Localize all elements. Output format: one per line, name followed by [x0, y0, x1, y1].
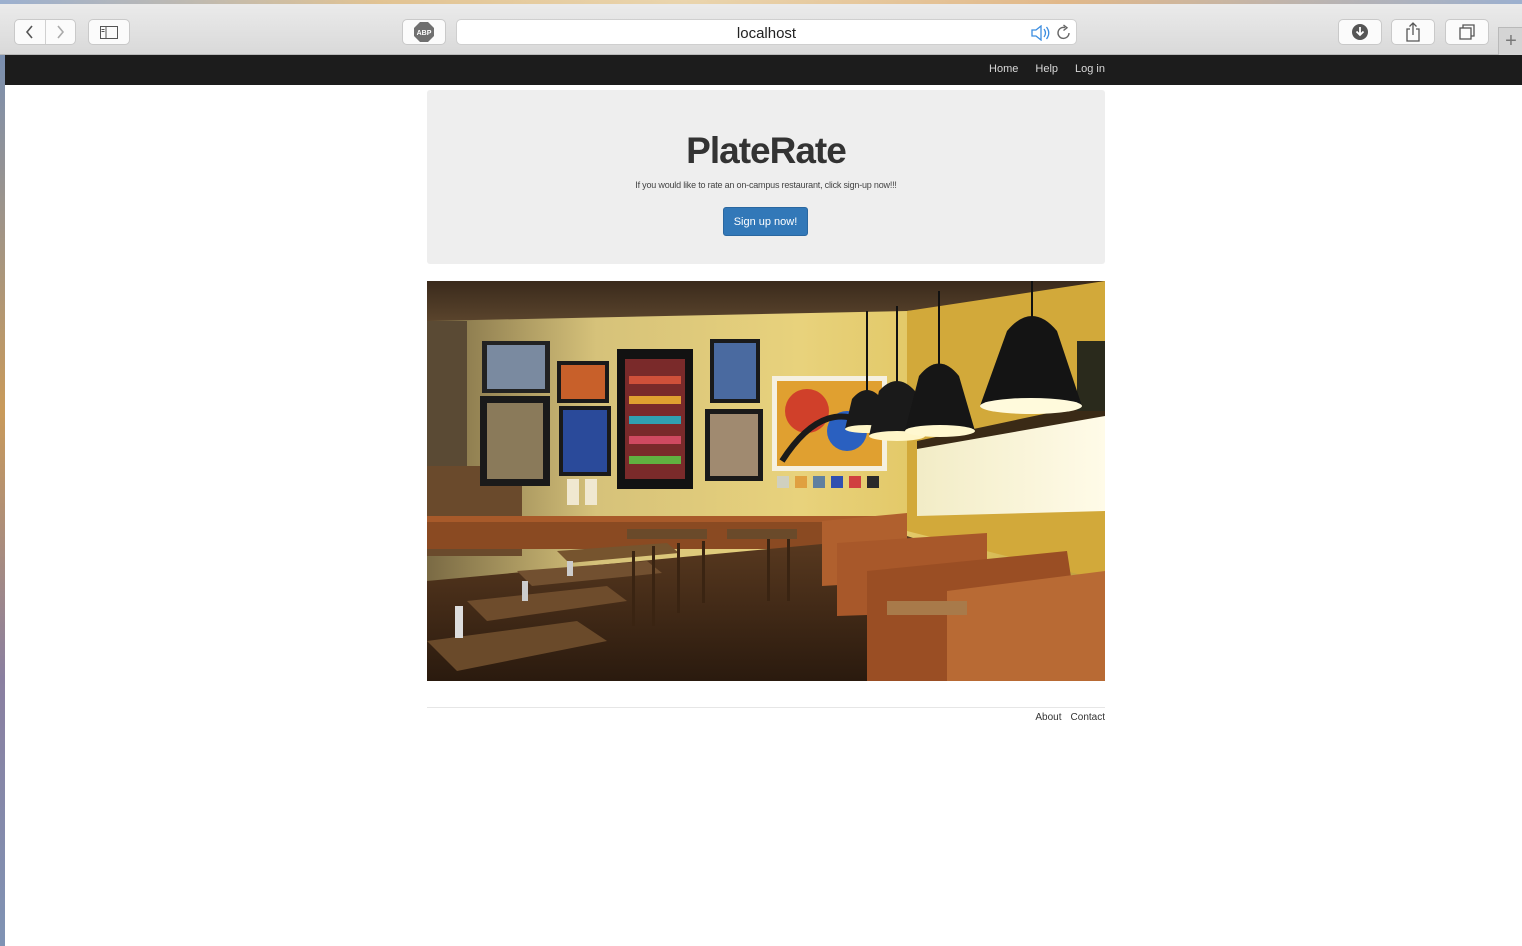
- adblock-badge-text: ABP: [417, 30, 432, 37]
- plus-icon: +: [1505, 30, 1517, 52]
- window-top-edge: [0, 0, 1522, 4]
- sidebar-icon: [100, 25, 118, 39]
- nav-link-login[interactable]: Log in: [1075, 63, 1105, 75]
- restaurant-photo: [427, 281, 1105, 681]
- speaker-icon[interactable]: [1031, 25, 1051, 41]
- forward-icon: [57, 25, 65, 39]
- footer-divider: [427, 707, 1105, 708]
- browser-toolbar: ABP localhost +: [0, 0, 1522, 55]
- address-bar[interactable]: localhost: [456, 19, 1077, 45]
- site-navbar: Home Help Log in: [5, 55, 1522, 85]
- tabs-icon: [1459, 24, 1475, 40]
- adblock-icon: ABP: [414, 22, 434, 42]
- nav-link-home[interactable]: Home: [989, 63, 1018, 75]
- sidebar-button[interactable]: [88, 19, 130, 45]
- forward-button[interactable]: [44, 20, 75, 44]
- jumbotron: PlateRate If you would like to rate an o…: [427, 90, 1105, 264]
- download-icon: [1352, 24, 1368, 40]
- share-button[interactable]: [1391, 19, 1435, 45]
- adblock-button[interactable]: ABP: [402, 19, 446, 45]
- show-tabs-button[interactable]: [1445, 19, 1489, 45]
- desktop-edge: [0, 55, 5, 946]
- downloads-button[interactable]: [1338, 19, 1382, 45]
- back-button[interactable]: [15, 20, 45, 44]
- page-title: PlateRate: [686, 130, 847, 171]
- restaurant-interior-illustration: [427, 281, 1105, 681]
- reload-icon[interactable]: [1056, 24, 1072, 41]
- address-text: localhost: [736, 25, 797, 42]
- new-tab-button[interactable]: +: [1498, 27, 1522, 55]
- footer-link-contact[interactable]: Contact: [1071, 712, 1105, 723]
- tagline: If you would like to rate an on-campus r…: [635, 180, 897, 190]
- history-nav: [14, 19, 76, 45]
- back-icon: [25, 25, 33, 39]
- share-icon: [1406, 22, 1420, 42]
- sign-up-button[interactable]: Sign up now!: [723, 207, 808, 236]
- nav-links: Home Help Log in: [989, 63, 1105, 75]
- nav-link-help[interactable]: Help: [1035, 63, 1058, 75]
- footer-links: About Contact: [1035, 712, 1105, 723]
- footer-link-about[interactable]: About: [1035, 712, 1061, 723]
